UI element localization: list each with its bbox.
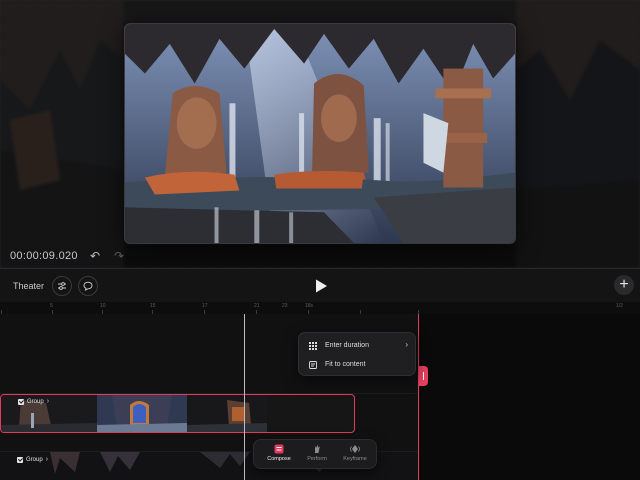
checkbox-icon[interactable] [18, 398, 24, 405]
play-icon [316, 279, 327, 293]
mode-label: Keyframe [343, 456, 367, 462]
mode-compose[interactable]: Compose [260, 444, 298, 468]
ruler-label: 5 [50, 303, 53, 309]
group-label[interactable]: Group › [17, 456, 48, 463]
mode-switcher: Compose Perform Keyframe [253, 439, 377, 469]
group-name: Group [27, 398, 44, 405]
mode-perform[interactable]: Perform [298, 444, 336, 468]
canvas-area: 00:00:09.020 ↶ ↷ [0, 0, 640, 268]
speech-bubble-icon [83, 281, 93, 291]
group-label[interactable]: Group › [18, 398, 49, 405]
mode-label: Perform [307, 456, 327, 462]
duration-context-menu: Enter duration › Fit to content [298, 332, 416, 376]
timeline-empty-area [419, 314, 640, 480]
time-ruler[interactable]: 5 10 15 17 21 23 18s 1/2 [0, 302, 640, 314]
add-button[interactable]: + [614, 275, 634, 295]
ruler-label: 10 [100, 303, 106, 309]
undo-icon[interactable]: ↶ [88, 249, 102, 263]
compose-icon [274, 444, 284, 454]
menu-item-fit-to-content[interactable]: Fit to content [299, 355, 417, 374]
timecode: 00:00:09.020 [10, 250, 78, 262]
cave-scene-image [125, 24, 515, 243]
ruler-label: 17 [202, 303, 208, 309]
sliders-icon [58, 282, 66, 290]
ruler-label: 21 [254, 303, 260, 309]
comment-button[interactable] [78, 276, 98, 296]
ruler-label: 23 [282, 303, 288, 309]
fit-content-icon [309, 361, 317, 369]
ruler-label: 18s [305, 303, 314, 309]
checkbox-icon[interactable] [17, 456, 23, 463]
redo-icon[interactable]: ↷ [112, 249, 126, 263]
ruler-label: 15 [150, 303, 156, 309]
playhead[interactable] [244, 314, 245, 480]
group-clip-selected[interactable]: Group › [0, 394, 355, 433]
end-marker-line [418, 314, 419, 480]
group-name: Group [26, 456, 43, 463]
menu-item-label: Enter duration [325, 342, 369, 349]
chevron-right-icon[interactable]: › [46, 456, 48, 463]
timeline-toolbar: Theater + [0, 268, 640, 302]
keyframe-icon [350, 445, 360, 453]
play-button[interactable] [313, 278, 329, 294]
clip-thumbnail [97, 395, 187, 432]
theater-button[interactable]: Theater [6, 277, 51, 295]
hand-icon [315, 445, 320, 453]
ruler-label: 1/2 [616, 303, 623, 309]
adjust-button[interactable] [52, 276, 72, 296]
grid-icon [309, 342, 317, 350]
end-marker-handle[interactable] [419, 366, 428, 386]
mode-keyframe[interactable]: Keyframe [336, 444, 374, 468]
menu-item-label: Fit to content [325, 361, 366, 368]
preview-frame[interactable] [124, 23, 516, 244]
clip-thumbnail [187, 395, 267, 432]
chevron-right-icon: › [405, 340, 408, 349]
chevron-right-icon[interactable]: › [47, 398, 49, 405]
mode-label: Compose [267, 456, 291, 462]
menu-item-enter-duration[interactable]: Enter duration › [299, 336, 417, 355]
video-editor-app: 00:00:09.020 ↶ ↷ Theater + 5 10 15 17 21… [0, 0, 640, 480]
